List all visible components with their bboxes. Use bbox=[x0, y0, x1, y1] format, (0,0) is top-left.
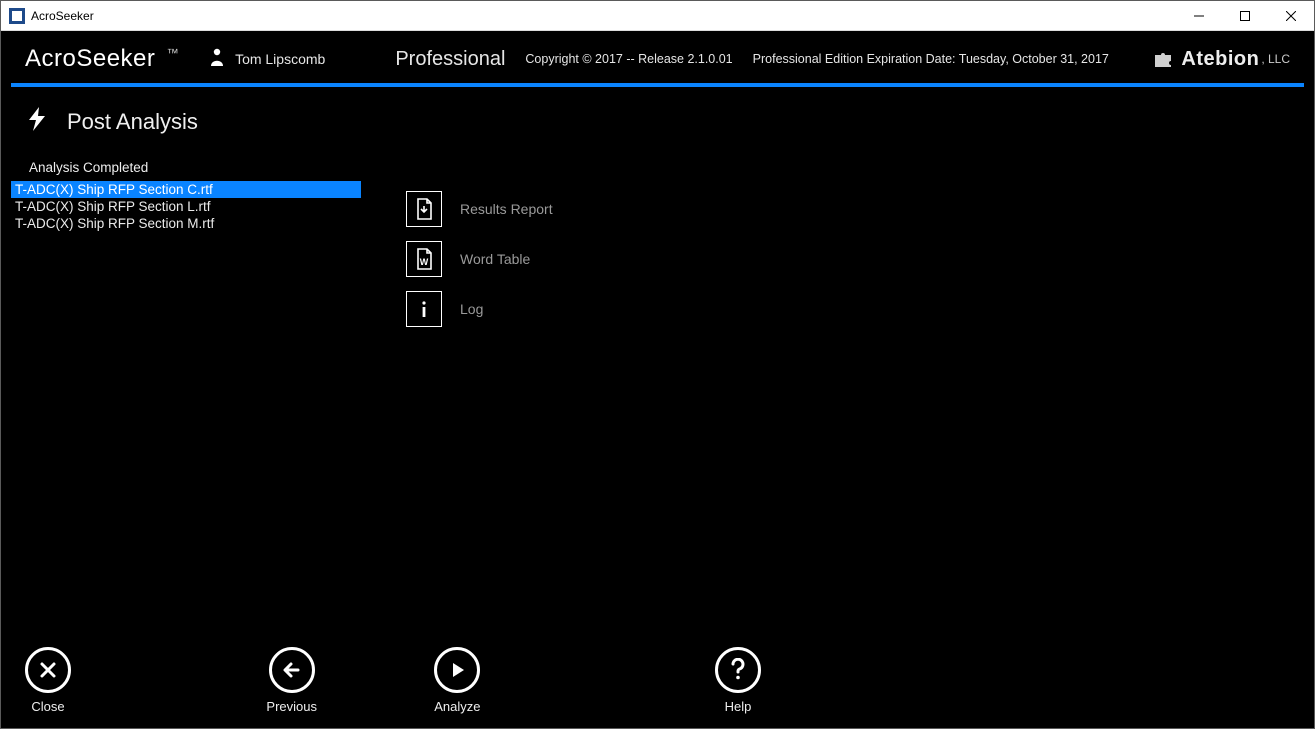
close-button[interactable]: Close bbox=[25, 647, 71, 714]
minimize-button[interactable] bbox=[1176, 1, 1222, 30]
button-label: Help bbox=[725, 699, 752, 714]
copyright-text: Copyright © 2017 -- Release 2.1.0.01 bbox=[525, 52, 732, 66]
app-window: AcroSeeker AcroSeeker ™ Tom Lipscomb Pro… bbox=[0, 0, 1315, 729]
page-title-row: Post Analysis bbox=[27, 107, 1304, 136]
button-label: Close bbox=[31, 699, 64, 714]
page-title: Post Analysis bbox=[67, 109, 198, 135]
close-window-button[interactable] bbox=[1268, 1, 1314, 30]
app-header: AcroSeeker ™ Tom Lipscomb Professional C… bbox=[1, 31, 1314, 83]
content-area: Post Analysis Analysis Completed T-ADC(X… bbox=[1, 87, 1314, 647]
edition-label: Professional bbox=[395, 48, 505, 71]
button-label: Previous bbox=[266, 699, 317, 714]
file-item[interactable]: T-ADC(X) Ship RFP Section C.rtf bbox=[11, 181, 361, 198]
user-icon bbox=[209, 48, 225, 71]
x-icon bbox=[39, 661, 57, 679]
action-label: Log bbox=[460, 301, 483, 317]
lightning-icon bbox=[27, 107, 47, 136]
company-name: Atebion bbox=[1181, 48, 1259, 71]
action-label: Results Report bbox=[460, 201, 553, 217]
info-icon bbox=[406, 291, 442, 327]
word-document-icon: W bbox=[406, 241, 442, 277]
close-icon bbox=[1286, 11, 1296, 21]
question-icon bbox=[729, 658, 747, 682]
app-icon bbox=[9, 8, 25, 24]
app-name-text: AcroSeeker bbox=[25, 45, 155, 72]
window-controls bbox=[1176, 1, 1314, 30]
minimize-icon bbox=[1194, 11, 1204, 21]
app-name: AcroSeeker ™ bbox=[25, 45, 179, 73]
arrow-left-icon bbox=[282, 660, 302, 680]
maximize-icon bbox=[1240, 11, 1250, 21]
file-item[interactable]: T-ADC(X) Ship RFP Section M.rtf bbox=[11, 215, 361, 232]
expiration-text: Professional Edition Expiration Date: Tu… bbox=[753, 52, 1109, 66]
puzzle-icon bbox=[1153, 49, 1177, 69]
user-name: Tom Lipscomb bbox=[235, 51, 325, 67]
previous-button[interactable]: Previous bbox=[266, 647, 317, 714]
button-label: Analyze bbox=[434, 699, 480, 714]
analyze-button[interactable]: Analyze bbox=[434, 647, 480, 714]
titlebar: AcroSeeker bbox=[1, 1, 1314, 31]
action-label: Word Table bbox=[460, 251, 530, 267]
file-list[interactable]: T-ADC(X) Ship RFP Section C.rtf T-ADC(X)… bbox=[11, 181, 361, 232]
window-title: AcroSeeker bbox=[31, 9, 94, 23]
trademark: ™ bbox=[167, 46, 180, 60]
play-icon bbox=[448, 661, 466, 679]
actions-panel: Results Report W Word Table Log bbox=[406, 191, 553, 341]
help-button[interactable]: Help bbox=[715, 647, 761, 714]
document-arrow-icon bbox=[406, 191, 442, 227]
results-report-button[interactable]: Results Report bbox=[406, 191, 553, 227]
word-table-button[interactable]: W Word Table bbox=[406, 241, 553, 277]
footer: Close Previous Analyze Help bbox=[1, 647, 1314, 728]
analysis-completed-label: Analysis Completed bbox=[29, 160, 1304, 175]
log-button[interactable]: Log bbox=[406, 291, 553, 327]
company-suffix: , LLC bbox=[1261, 52, 1290, 66]
user-block: Tom Lipscomb bbox=[209, 48, 325, 71]
maximize-button[interactable] bbox=[1222, 1, 1268, 30]
svg-text:W: W bbox=[420, 257, 429, 267]
company-logo: Atebion , LLC bbox=[1153, 48, 1290, 71]
file-item[interactable]: T-ADC(X) Ship RFP Section L.rtf bbox=[11, 198, 361, 215]
